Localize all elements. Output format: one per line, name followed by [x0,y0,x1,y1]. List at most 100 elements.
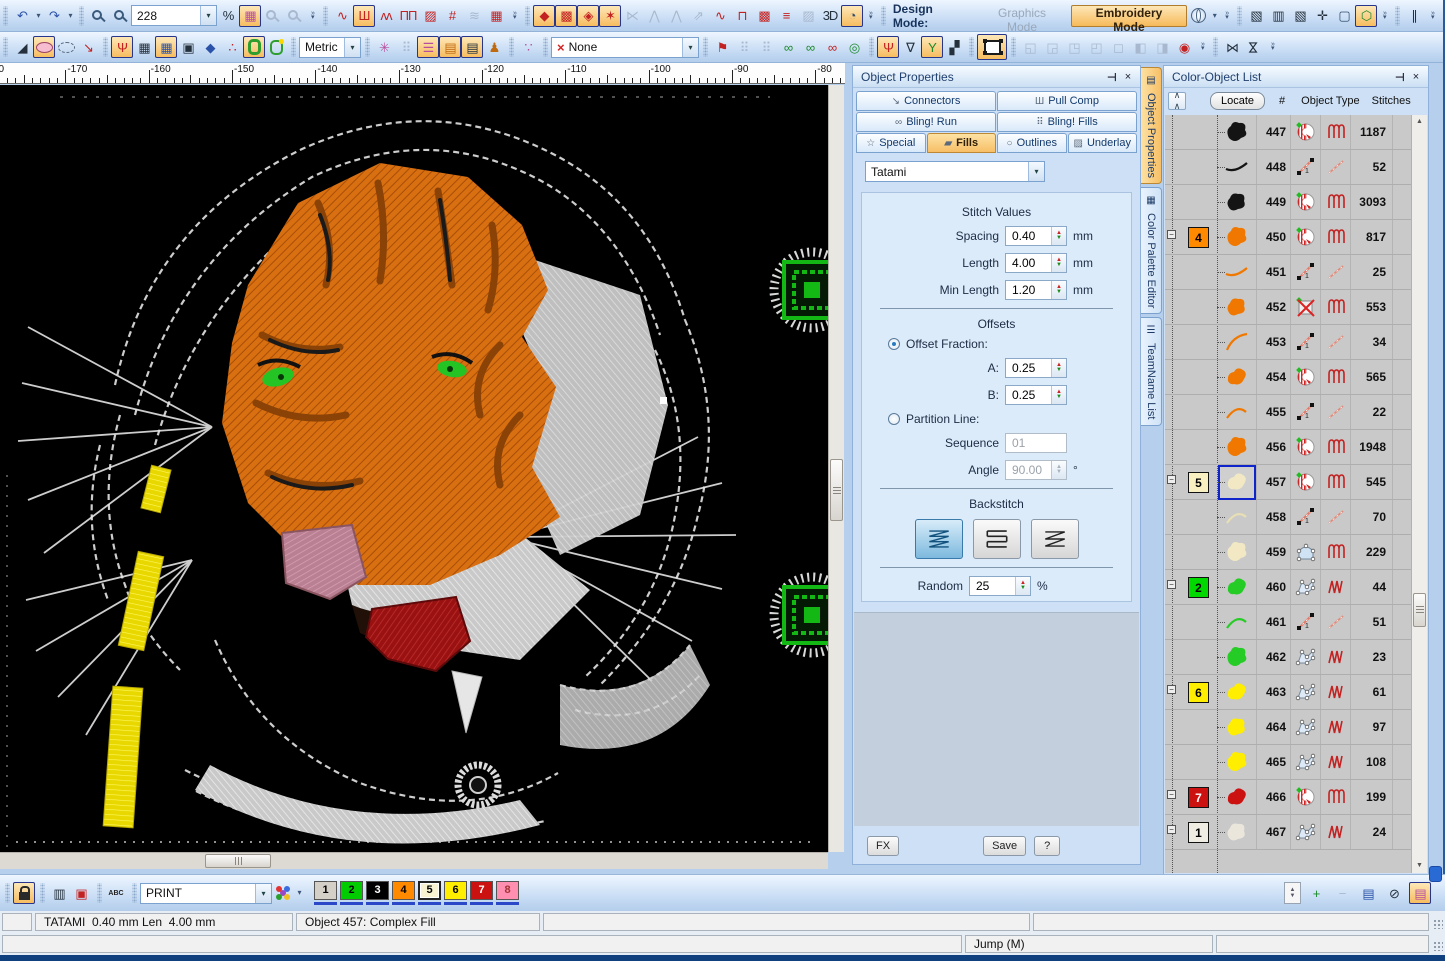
embroidery-mode-button[interactable]: Embroidery Mode [1071,5,1188,27]
min-length-spinner[interactable]: 1.20▲▼ [1005,280,1067,300]
fit-design-icon[interactable]: ▦ [239,5,261,27]
group-color-badge[interactable]: 1 [1188,822,1209,843]
list-row[interactable]: 4561948 [1165,430,1411,465]
list-row[interactable]: −7466199 [1165,780,1411,815]
units-combo[interactable]: Metric▾ [299,37,361,58]
thread-swatch-1[interactable]: 1 [314,881,337,906]
hide-colors-icon[interactable]: ⊘ [1383,882,1405,904]
list-row[interactable]: 452553 [1165,290,1411,325]
scrollbar-handle[interactable] [1413,593,1426,627]
spinner-arrows-icon[interactable]: ▲▼ [1015,577,1030,595]
list-row[interactable]: −4450817 [1165,220,1411,255]
stitch-type-cell[interactable] [1321,640,1351,674]
square-stitch-icon[interactable]: ⊓ [731,5,753,27]
target-icon[interactable]: ◎ [843,36,865,58]
insertion-point-icon[interactable]: Ψ [877,36,899,58]
machine-commands-icon[interactable]: ✳ [373,36,395,58]
help-button[interactable]: ? [1034,836,1060,856]
gauge-icon[interactable]: ◔ [841,5,863,27]
object-type-cell[interactable] [1291,290,1321,324]
toolbar-overflow-icon[interactable]: »▾ [1427,4,1439,28]
object-type-cell[interactable]: 1 [1291,325,1321,359]
stitch-type-cell[interactable] [1321,430,1351,464]
stitch-type-cell[interactable] [1321,500,1351,534]
measure-line-icon[interactable]: ↘ [77,36,99,58]
list-row[interactable]: 459229 [1165,535,1411,570]
toolbar-overflow-icon[interactable]: »▾ [1267,35,1279,59]
motif-fill-icon[interactable]: ▨ [419,5,441,27]
cross-stitch-icon[interactable]: # [441,5,463,27]
list-row[interactable]: 455122 [1165,395,1411,430]
object-type-cell[interactable] [1291,465,1321,499]
undo-dropdown-icon[interactable]: ▾ [33,5,43,27]
offset-fraction-radio[interactable] [888,338,900,350]
tab-outlines[interactable]: ○Outlines [997,133,1067,153]
object-type-cell[interactable] [1291,430,1321,464]
collapse-group-icon[interactable]: − [1167,580,1176,589]
grid-settings-icon[interactable]: ▦ [155,36,177,58]
stitch-type-cell[interactable] [1321,185,1351,219]
list-row[interactable]: −5457545 [1165,465,1411,500]
fx-button[interactable]: FX [867,836,899,856]
3d-icon[interactable]: 3D [819,5,841,27]
backstitch-straight-button[interactable] [973,519,1021,559]
tab-connectors[interactable]: ↘Connectors [856,91,996,111]
collapse-group-icon[interactable]: − [1167,825,1176,834]
notification-icon[interactable] [1429,866,1442,882]
zoom-level-combo[interactable]: 228▾ [131,5,217,26]
mirror-horizontal-icon[interactable]: ⋈ [1221,36,1243,58]
stitch-type-cell[interactable] [1321,675,1351,709]
remove-overlap-icon[interactable]: ◉ [1173,36,1195,58]
spinner-arrows-icon[interactable]: ▲▼ [1051,254,1066,272]
list-scrollbar[interactable]: ▲ ▼ [1411,115,1427,873]
list-row[interactable]: 46223 [1165,640,1411,675]
stitch-type-cell[interactable] [1321,465,1351,499]
list-row[interactable]: 458170 [1165,500,1411,535]
object-type-cell[interactable] [1291,535,1321,569]
scrollbar-handle[interactable] [205,854,271,868]
color-object-list-icon[interactable]: ▤ [1409,882,1431,904]
stitch-type-cell[interactable] [1321,115,1351,149]
random-spinner[interactable]: 25 ▲▼ [969,576,1031,596]
partition-line-radio[interactable] [888,413,900,425]
list-row[interactable]: 4493093 [1165,185,1411,220]
object-type-cell[interactable]: 1 [1291,255,1321,289]
thread-swatch-5[interactable]: 5 [418,881,441,906]
fill-region-icon[interactable]: ▩ [555,5,577,27]
object-type-cell[interactable] [1291,675,1321,709]
list-row[interactable]: 453134 [1165,325,1411,360]
stitch-type-cell[interactable] [1321,815,1351,849]
tab-underlay[interactable]: ▨Underlay [1068,133,1138,153]
stitch-type-cell[interactable] [1321,220,1351,254]
object-type-cell[interactable]: 1 [1291,150,1321,184]
object-type-cell[interactable] [1291,710,1321,744]
speed-brush-icon[interactable]: ▞ [943,36,965,58]
list-row[interactable]: 4471187 [1165,115,1411,150]
save-button[interactable]: Save [983,836,1026,856]
close-icon[interactable]: × [1120,69,1136,85]
length-spinner[interactable]: 4.00▲▼ [1005,253,1067,273]
spinner-arrows-icon[interactable]: ▲▼ [1051,281,1066,299]
collapse-group-icon[interactable]: − [1167,475,1176,484]
group-color-badge[interactable]: 2 [1188,577,1209,598]
object-type-cell[interactable] [1291,745,1321,779]
group-color-badge[interactable]: 6 [1188,682,1209,703]
palette-icon[interactable] [272,882,294,904]
shape-nodes-icon[interactable]: ⬡ [1355,5,1377,27]
thread-swatch-4[interactable]: 4 [392,881,415,906]
side-tab-teamname-list[interactable]: ☰TeamName List [1141,317,1162,425]
needle-points-icon[interactable]: Ψ [111,36,133,58]
artwork-shapes-icon[interactable]: ◆ [199,36,221,58]
object-type-cell[interactable]: 1 [1291,605,1321,639]
collapse-group-icon[interactable]: − [1167,230,1176,239]
list-row[interactable]: 454565 [1165,360,1411,395]
object-type-cell[interactable] [1291,185,1321,219]
list-row[interactable]: 451125 [1165,255,1411,290]
sequence-view-icon[interactable]: ∵ [517,36,539,58]
spacing-spinner[interactable]: 0.40▲▼ [1005,226,1067,246]
save-as-text-icon[interactable]: ABC [105,882,127,904]
pin-icon[interactable]: ⊤ [1392,69,1408,85]
tab-special[interactable]: ☆Special [856,133,926,153]
satin-fill-icon[interactable]: ΠΠ [397,5,419,27]
path-nodes-icon[interactable]: Y [921,36,943,58]
